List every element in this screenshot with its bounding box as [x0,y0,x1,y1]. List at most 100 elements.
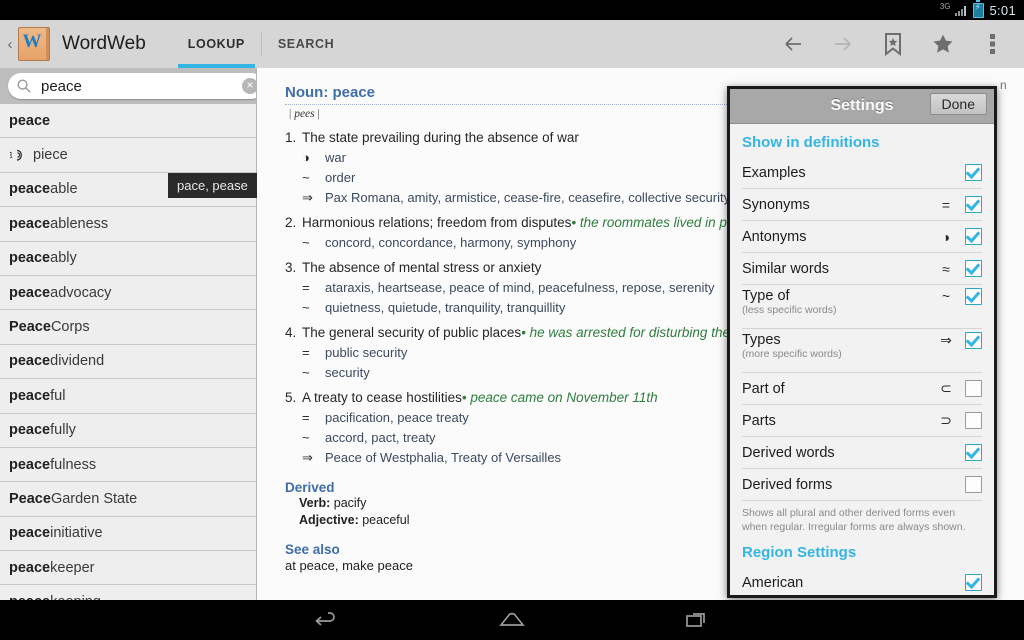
relation-words[interactable]: war [325,149,346,167]
settings-option-row[interactable]: Synonyms = [742,189,982,221]
settings-option-row[interactable]: Types (more specific words) ⇒ [742,329,982,373]
setting-label: Synonyms [742,196,810,213]
list-item[interactable]: peace ful [0,379,256,414]
list-item[interactable]: peace [0,104,256,139]
settings-group-show-in-definitions: Show in definitions [742,134,880,151]
settings-option-row[interactable]: Examples [742,157,982,189]
sense-number: 3. [285,260,297,275]
setting-symbol-icon: ◑ [941,228,951,245]
speaker-icon[interactable] [9,148,28,163]
list-item[interactable]: peace fully [0,413,256,448]
search-input[interactable] [32,76,242,96]
android-nav-bar [0,600,1024,640]
settings-option-row[interactable]: Part of ⊂ [742,373,982,405]
list-item[interactable]: piece [0,138,256,173]
status-bar: 3G 5:01 [0,0,1024,20]
relation-symbol-icon: = [302,410,310,425]
list-item[interactable]: peace advocacy [0,275,256,311]
list-item-label: dividend [50,353,105,370]
list-item[interactable]: peace ably [0,241,256,276]
relation-words[interactable]: concord, concordance, harmony, symphony [325,234,576,252]
list-item-label: able [50,181,78,198]
back-arrow-icon[interactable] [768,20,818,68]
android-recents-button[interactable] [678,600,718,640]
app-screen: 3G 5:01 ‹ W WordWeb LOOKUP SEARCH [0,0,1024,640]
list-item-bold: peace [9,112,51,129]
relation-words[interactable]: accord, pact, treaty [325,429,436,447]
tab-search[interactable]: SEARCH [262,20,350,68]
setting-checkbox[interactable] [965,288,982,305]
relation-words[interactable]: Pax Romana, amity, armistice, cease-fire… [325,189,733,207]
settings-option-row[interactable]: Derived words [742,437,982,469]
action-bar: ‹ W WordWeb LOOKUP SEARCH [0,20,1024,69]
settings-option-row[interactable]: Parts ⊃ [742,405,982,437]
derived-word[interactable]: peaceful [359,513,409,527]
region-option-row[interactable]: American [742,567,982,595]
search-box[interactable]: × [8,73,264,99]
pronunciation-text: pees [294,108,315,120]
sense-number: 1. [285,130,297,145]
settings-option-row[interactable]: Similar words ≈ [742,253,982,285]
network-type-label: 3G [939,2,951,11]
tab-search-label: SEARCH [277,37,335,51]
relation-words[interactable]: public security [325,344,407,362]
list-item[interactable]: peace initiative [0,516,256,552]
list-item[interactable]: peacekeeping [0,585,256,600]
relation-words[interactable]: security [325,364,370,382]
settings-option-row[interactable]: Derived forms [742,469,982,501]
tab-lookup[interactable]: LOOKUP [172,20,261,68]
list-item[interactable]: Peace Garden State [0,482,256,517]
list-item[interactable]: peace keeper [0,551,256,586]
derived-word[interactable]: pacify [330,496,367,510]
list-item-bold: peace [9,250,51,267]
setting-checkbox[interactable] [965,444,982,461]
settings-body[interactable]: Show in definitions Examples Synonyms = Ant… [730,124,994,595]
list-item[interactable]: peace ableness [0,207,256,242]
overflow-menu-icon[interactable] [968,20,1018,68]
setting-checkbox[interactable] [965,476,982,493]
derived-forms-note: Shows all plural and other derived forms… [742,507,966,533]
action-bar-icons [768,20,1024,68]
relation-symbol-icon: ~ [302,300,310,315]
setting-checkbox[interactable] [965,228,982,245]
settings-option-row[interactable]: Antonyms ◑ [742,221,982,253]
setting-label: Derived words [742,444,835,461]
setting-checkbox[interactable] [965,380,982,397]
sense-example: • peace came on November 11th [461,390,658,405]
relation-words[interactable]: ataraxis, heartsease, peace of mind, pea… [325,279,715,297]
relation-words[interactable]: Peace of Westphalia, Treaty of Versaille… [325,449,561,467]
list-item-label: Corps [50,319,90,336]
region-option-list: AmericanAustralasian [730,567,994,595]
app-title: WordWeb [62,33,146,54]
android-back-button[interactable] [306,600,346,640]
setting-label: Derived forms [742,476,833,493]
relation-words[interactable]: order [325,169,355,187]
setting-symbol-icon: ⊃ [940,412,952,428]
list-item[interactable]: peace dividend [0,344,256,380]
setting-checkbox[interactable] [965,260,982,277]
star-icon[interactable] [918,20,968,68]
tab-lookup-label: LOOKUP [187,37,245,51]
relation-words[interactable]: quietness, quietude, tranquility, tranqu… [325,299,565,317]
bookmark-icon[interactable] [868,20,918,68]
app-logo-icon[interactable]: W [18,27,50,61]
up-caret-icon[interactable]: ‹ [3,36,17,53]
list-item-label: initiative [50,525,103,542]
relation-words[interactable]: pacification, peace treaty [325,409,469,427]
setting-checkbox[interactable] [965,412,982,429]
settings-option-row[interactable]: Type of (less specific words) ~ [742,285,982,329]
android-home-button[interactable] [492,600,532,640]
list-item-bold: Peace [9,319,51,336]
forward-arrow-icon[interactable] [818,20,868,68]
list-item-bold: Peace [9,490,51,507]
sense-number: 4. [285,325,297,340]
list-item-bold: peace [9,215,51,232]
setting-checkbox[interactable] [965,164,982,181]
setting-checkbox[interactable] [965,196,982,213]
list-item[interactable]: Peace Corps [0,310,256,345]
sense-text: The state prevailing during the absence … [302,130,579,145]
setting-checkbox[interactable] [965,574,982,591]
done-button[interactable]: Done [929,93,987,115]
setting-checkbox[interactable] [965,332,982,349]
list-item[interactable]: peace fulness [0,447,256,483]
